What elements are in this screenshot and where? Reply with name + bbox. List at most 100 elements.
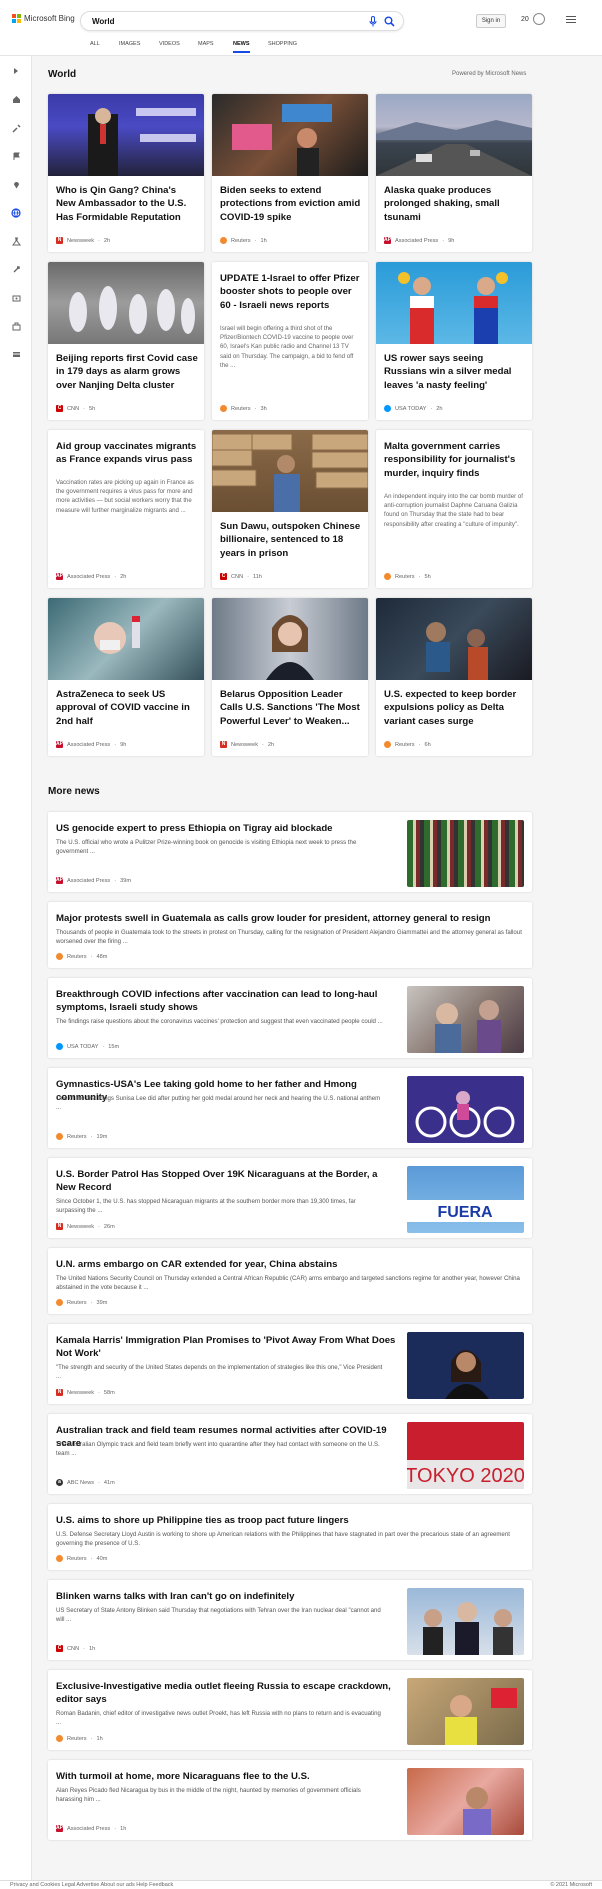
card-title[interactable]: UPDATE 1-Israel to offer Pfizer booster … <box>220 272 362 312</box>
card-title[interactable]: AstraZeneca to seek US approval of COVID… <box>56 688 198 728</box>
news-card[interactable]: U.S. expected to keep border expulsions … <box>376 598 532 756</box>
item-source: Reuters · 1h <box>56 1735 103 1742</box>
tab-maps[interactable]: MAPS <box>198 41 214 47</box>
source-name: Reuters <box>67 1735 87 1742</box>
card-title[interactable]: Sun Dawu, outspoken Chinese billionaire,… <box>220 520 362 560</box>
item-title[interactable]: Kamala Harris' Immigration Plan Promises… <box>56 1334 396 1360</box>
more-news-item[interactable]: U.N. arms embargo on CAR extended for ye… <box>48 1248 532 1314</box>
rewards-points[interactable]: 20 <box>521 16 529 23</box>
news-card[interactable]: Belarus Opposition Leader Calls U.S. San… <box>212 598 368 756</box>
item-source: a ABC News · 41m <box>56 1479 115 1486</box>
more-news-item[interactable]: Breakthrough COVID infections after vacc… <box>48 978 532 1058</box>
more-news-item[interactable]: Major protests swell in Guatemala as cal… <box>48 902 532 968</box>
news-image <box>48 262 204 344</box>
logo-text: Microsoft Bing <box>24 14 75 23</box>
search-box[interactable]: World <box>80 11 404 31</box>
item-title[interactable]: Blinken warns talks with Iran can't go o… <box>56 1590 396 1603</box>
sign-in-button[interactable]: Sign in <box>476 14 506 28</box>
more-news-item[interactable]: U.S. aims to shore up Philippine ties as… <box>48 1504 532 1570</box>
bing-logo[interactable]: Microsoft Bing <box>12 14 75 23</box>
item-title[interactable]: Exclusive-Investigative media outlet fle… <box>56 1680 396 1706</box>
item-description: US Secretary of State Antony Blinken sai… <box>56 1607 381 1623</box>
card-title[interactable]: Biden seeks to extend protections from e… <box>220 184 362 224</box>
news-card[interactable]: Aid group vaccinates migrants as France … <box>48 430 204 588</box>
search-icon[interactable] <box>384 16 395 27</box>
news-card[interactable]: Sun Dawu, outspoken Chinese billionaire,… <box>212 430 368 588</box>
news-card[interactable]: AstraZeneca to seek US approval of COVID… <box>48 598 204 756</box>
entertainment-icon[interactable] <box>10 292 22 304</box>
science-icon[interactable] <box>10 235 22 247</box>
newsweek-logo-icon: N <box>56 1389 63 1396</box>
item-source: Reuters · 40m <box>56 1555 107 1562</box>
news-card[interactable]: Who is Qin Gang? China's New Ambassador … <box>48 94 204 252</box>
ap-logo-icon: AP <box>56 877 63 884</box>
news-image <box>212 430 368 512</box>
news-card[interactable]: US rower says seeing Russians win a silv… <box>376 262 532 420</box>
more-news-item[interactable]: US genocide expert to press Ethiopia on … <box>48 812 532 892</box>
tab-videos[interactable]: VIDEOS <box>159 41 180 47</box>
hamburger-menu-icon[interactable] <box>566 14 576 24</box>
card-source: AP Associated Press · 9h <box>384 237 455 244</box>
news-card[interactable]: Biden seeks to extend protections from e… <box>212 94 368 252</box>
reuters-logo-icon <box>56 1735 63 1742</box>
item-title[interactable]: U.N. arms embargo on CAR extended for ye… <box>56 1258 524 1271</box>
flag-icon[interactable] <box>10 150 22 162</box>
item-title[interactable]: Breakthrough COVID infections after vacc… <box>56 988 396 1014</box>
more-news-item[interactable]: With turmoil at home, more Nicaraguans f… <box>48 1760 532 1840</box>
abc-news-logo-icon: a <box>56 1479 63 1486</box>
news-card[interactable]: UPDATE 1-Israel to offer Pfizer booster … <box>212 262 368 420</box>
tab-images[interactable]: IMAGES <box>119 41 140 47</box>
card-title[interactable]: Malta government carries responsibility … <box>384 440 526 480</box>
source-name: Reuters <box>395 573 415 580</box>
home-icon[interactable] <box>10 93 22 105</box>
source-name: Reuters <box>67 1133 87 1140</box>
item-title[interactable]: With turmoil at home, more Nicaraguans f… <box>56 1770 396 1783</box>
item-title[interactable]: U.S. aims to shore up Philippine ties as… <box>56 1514 524 1527</box>
card-title[interactable]: Beijing reports first Covid case in 179 … <box>56 352 198 392</box>
tab-all[interactable]: ALL <box>90 41 100 47</box>
tools-icon[interactable] <box>10 122 22 134</box>
card-title[interactable]: Who is Qin Gang? China's New Ambassador … <box>56 184 198 224</box>
tab-news[interactable]: NEWS <box>233 41 250 53</box>
item-description: One of the first things Sunisa Lee did a… <box>56 1095 381 1111</box>
more-news-item[interactable]: Australian track and field team resumes … <box>48 1414 532 1494</box>
more-news-item[interactable]: Blinken warns talks with Iran can't go o… <box>48 1580 532 1660</box>
card-source: C CNN · 5h <box>56 405 96 412</box>
rocket-icon[interactable] <box>10 263 22 275</box>
source-time: 48m <box>96 953 108 960</box>
globe-icon[interactable] <box>10 207 22 219</box>
item-title[interactable]: Major protests swell in Guatemala as cal… <box>56 912 524 925</box>
rewards-medal-icon[interactable] <box>533 13 545 25</box>
business-icon[interactable] <box>10 320 22 332</box>
expand-nav-icon[interactable] <box>10 65 22 77</box>
copyright: © 2021 Microsoft <box>550 1882 592 1888</box>
usatoday-logo-icon <box>56 1043 63 1050</box>
source-name: Newsweek <box>67 1223 95 1230</box>
card-title[interactable]: Belarus Opposition Leader Calls U.S. San… <box>220 688 362 728</box>
more-news-item[interactable]: Gymnastics-USA's Lee taking gold home to… <box>48 1068 532 1148</box>
tab-shopping[interactable]: SHOPPING <box>268 41 297 47</box>
card-title[interactable]: U.S. expected to keep border expulsions … <box>384 688 526 728</box>
source-name: Reuters <box>67 953 87 960</box>
more-news-item[interactable]: Exclusive-Investigative media outlet fle… <box>48 1670 532 1750</box>
card-title[interactable]: Alaska quake produces prolonged shaking,… <box>384 184 526 224</box>
section-title-world: World <box>48 69 77 80</box>
news-card[interactable]: Beijing reports first Covid case in 179 … <box>48 262 204 420</box>
card-title[interactable]: US rower says seeing Russians win a silv… <box>384 352 526 392</box>
news-card[interactable]: Alaska quake produces prolonged shaking,… <box>376 94 532 252</box>
more-news-item[interactable]: Kamala Harris' Immigration Plan Promises… <box>48 1324 532 1404</box>
location-icon[interactable] <box>10 178 22 190</box>
footer-links[interactable]: Privacy and Cookies Legal Advertise Abou… <box>10 1882 173 1888</box>
source-time: 41m <box>103 1479 115 1486</box>
microphone-icon[interactable] <box>369 16 377 27</box>
money-icon[interactable] <box>10 348 22 360</box>
search-query[interactable]: World <box>92 17 115 26</box>
item-description: "The strength and security of the United… <box>56 1364 383 1380</box>
card-title[interactable]: Aid group vaccinates migrants as France … <box>56 440 198 467</box>
source-time: 2h <box>103 237 111 244</box>
ap-logo-icon: AP <box>56 573 63 580</box>
item-title[interactable]: U.S. Border Patrol Has Stopped Over 19K … <box>56 1168 396 1194</box>
more-news-item[interactable]: U.S. Border Patrol Has Stopped Over 19K … <box>48 1158 532 1238</box>
news-card[interactable]: Malta government carries responsibility … <box>376 430 532 588</box>
item-title[interactable]: US genocide expert to press Ethiopia on … <box>56 822 392 835</box>
